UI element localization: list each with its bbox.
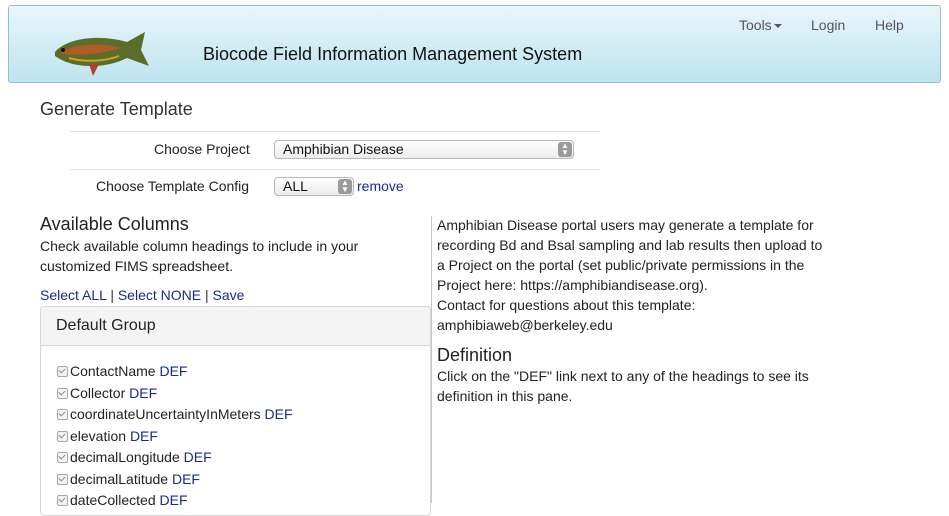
definition-text: Click on the "DEF" link next to any of t… <box>437 366 809 406</box>
tools-menu[interactable]: Tools <box>739 17 782 33</box>
login-link[interactable]: Login <box>811 17 845 33</box>
description-line: Check available column headings to inclu… <box>40 238 359 254</box>
column-checkbox[interactable] <box>57 473 68 485</box>
column-name: elevation <box>70 427 127 444</box>
column-name: dateCollected <box>70 492 156 508</box>
column-item: Collector DEF <box>57 383 430 405</box>
choose-project-label: Choose Project <box>154 141 250 157</box>
default-group-panel: Default Group ContactName DEF Collector D… <box>40 306 431 516</box>
def-link[interactable]: DEF <box>184 449 212 465</box>
app-header: Biocode Field Information Management Sys… <box>8 5 941 83</box>
column-name: Collector <box>70 384 126 401</box>
available-columns-description: Check available column headings to inclu… <box>40 236 358 276</box>
def-link[interactable]: DEF <box>265 406 293 422</box>
description-line: customized FIMS spreadsheet. <box>40 258 233 274</box>
remove-config-link[interactable]: remove <box>357 178 404 194</box>
column-name: ContactName <box>70 363 156 379</box>
column-item: decimalLongitude DEF <box>57 447 430 469</box>
template-info-text: Amphibian Disease portal users may gener… <box>437 215 822 335</box>
selection-links: Select ALL | Select NONE | Save <box>40 287 244 303</box>
column-checkbox[interactable] <box>57 430 68 442</box>
def-link[interactable]: DEF <box>130 428 158 444</box>
template-config-value: ALL <box>283 178 308 194</box>
divider <box>70 169 600 170</box>
available-columns-heading: Available Columns <box>40 214 189 234</box>
divider <box>70 131 600 132</box>
def-link[interactable]: DEF <box>159 363 187 379</box>
column-checkbox[interactable] <box>57 366 68 377</box>
link-separator: | <box>110 287 114 303</box>
page-title: Generate Template <box>40 99 193 119</box>
column-item: decimalLatitude DEF <box>57 469 430 491</box>
column-item: dateCollected DEF <box>57 490 430 512</box>
info-line: Amphibian Disease portal users may gener… <box>437 217 814 233</box>
def-link[interactable]: DEF <box>129 385 157 401</box>
template-config-select[interactable]: ALL ▲ ▼ <box>274 177 354 196</box>
project-select[interactable]: Amphibian Disease ▲ ▼ <box>274 140 574 159</box>
caret-down-icon <box>773 24 782 29</box>
select-none-link[interactable]: Select NONE <box>118 287 201 303</box>
default-group-header[interactable]: Default Group <box>41 307 430 346</box>
definition-line: definition in this pane. <box>437 388 573 404</box>
definition-heading: Definition <box>437 345 513 365</box>
column-list: ContactName DEF Collector DEF coordinateUn… <box>41 346 430 512</box>
column-item: coordinateUncertaintyInMeters DEF <box>57 404 430 426</box>
column-name: decimalLongitude <box>70 449 180 465</box>
column-checkbox[interactable] <box>57 387 68 399</box>
tools-menu-label: Tools <box>739 17 772 33</box>
select-arrows-icon: ▲ ▼ <box>558 142 572 157</box>
column-checkbox[interactable] <box>57 452 68 463</box>
save-link[interactable]: Save <box>213 287 245 303</box>
app-title: Biocode Field Information Management Sys… <box>203 44 583 64</box>
info-line: amphibiaweb@berkeley.edu <box>437 317 613 333</box>
column-name: coordinateUncertaintyInMeters <box>70 406 261 422</box>
info-line: recording Bd and Bsal sampling and lab r… <box>437 237 823 253</box>
fish-logo-icon[interactable] <box>49 28 151 80</box>
column-item: elevation DEF <box>57 426 430 448</box>
column-item: ContactName DEF <box>57 361 430 383</box>
select-arrows-icon: ▲ ▼ <box>338 179 352 194</box>
pane-divider <box>431 216 432 503</box>
info-line: Contact for questions about this templat… <box>437 297 696 313</box>
help-link[interactable]: Help <box>875 17 904 33</box>
column-name: decimalLatitude <box>70 470 169 487</box>
def-link[interactable]: DEF <box>172 471 200 487</box>
def-link[interactable]: DEF <box>160 492 188 508</box>
select-all-link[interactable]: Select ALL <box>40 287 106 303</box>
link-separator: | <box>204 287 209 303</box>
column-checkbox[interactable] <box>57 409 68 420</box>
info-line: a Project on the portal (set public/priv… <box>437 257 805 273</box>
project-select-value: Amphibian Disease <box>283 141 404 157</box>
choose-template-config-label: Choose Template Config <box>96 178 250 194</box>
info-line: Project here: https://amphibiandisease.o… <box>437 277 708 293</box>
definition-line: Click on the "DEF" link next to any of t… <box>437 368 809 384</box>
column-checkbox[interactable] <box>57 495 68 506</box>
